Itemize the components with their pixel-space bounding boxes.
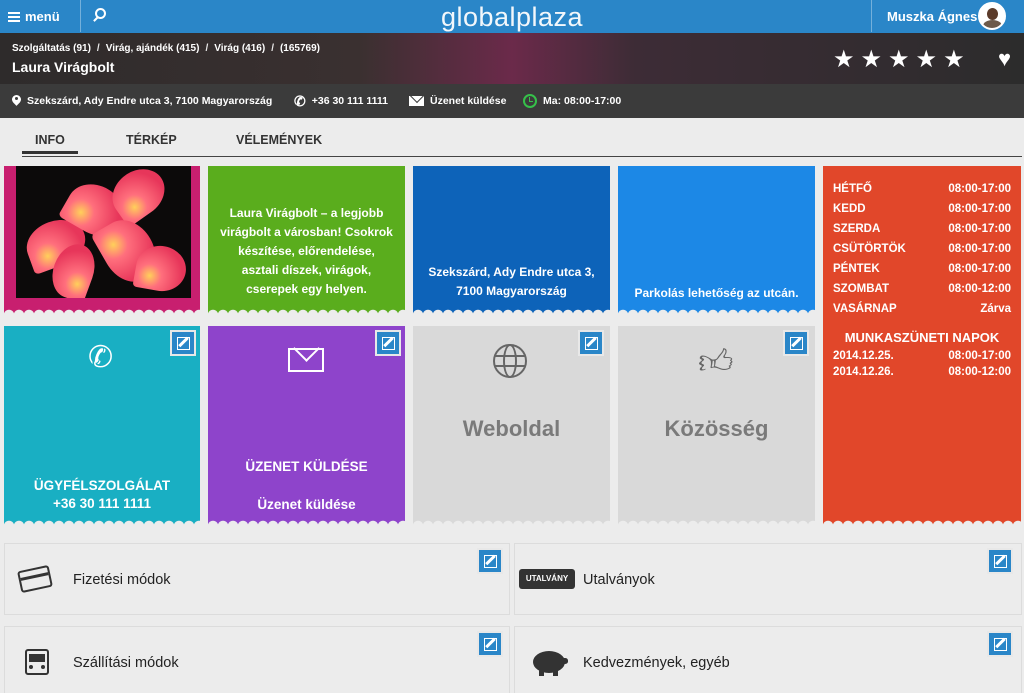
- customer-service-title: ÜGYFÉLSZOLGÁLAT: [33, 478, 171, 493]
- website-text: Weboldal: [462, 416, 561, 441]
- star-icon[interactable]: ★: [916, 48, 938, 72]
- hours-text: Ma: 08:00-17:00: [543, 95, 622, 107]
- avatar[interactable]: [978, 2, 1006, 30]
- tab-info[interactable]: INFO: [22, 133, 78, 154]
- business-name: Laura Virágbolt: [12, 59, 115, 75]
- discounts-label: Kedvezmények, egyéb: [583, 655, 730, 671]
- parking-tile[interactable]: Parkolás lehetőség az utcán.: [618, 166, 815, 314]
- payment-methods-box[interactable]: Fizetési módok: [4, 543, 510, 615]
- envelope-icon: [409, 96, 424, 106]
- tab-underline: [22, 156, 1022, 157]
- payment-methods-label: Fizetési módok: [73, 572, 171, 588]
- location-pin-icon: [12, 95, 21, 107]
- tab-reviews[interactable]: VÉLEMÉNYEK: [236, 133, 322, 147]
- voucher-icon: UTALVÁNY: [519, 569, 575, 589]
- edit-button[interactable]: [170, 330, 196, 356]
- holiday-title: MUNKASZÜNETI NAPOK: [844, 330, 1000, 345]
- edit-icon: [790, 337, 803, 350]
- hours-item: Ma: 08:00-17:00: [523, 84, 621, 118]
- star-icon[interactable]: ★: [943, 48, 965, 72]
- globe-icon: [493, 344, 527, 378]
- edit-icon: [382, 337, 395, 350]
- rating-stars[interactable]: ★ ★ ★ ★ ★: [833, 48, 965, 72]
- hours-row: HÉTFŐ 08:00-17:00: [833, 183, 1011, 195]
- edit-button[interactable]: [477, 548, 503, 574]
- address-text: Szekszárd, Ady Endre utca 3, 7100 Magyar…: [27, 95, 273, 107]
- envelope-icon: [288, 335, 324, 372]
- opening-hours-tile: HÉTFŐ 08:00-17:00 KEDD 08:00-17:00 SZERDA 0…: [823, 166, 1021, 525]
- holiday-row: 2014.12.26. 08:00-12:00: [833, 366, 1011, 378]
- hours-row: SZERDA 08:00-17:00: [833, 223, 1011, 235]
- user-name[interactable]: Muszka Ágnes: [887, 9, 977, 24]
- breadcrumb-item[interactable]: Szolgáltatás (91): [12, 43, 91, 54]
- heart-icon[interactable]: ♥: [998, 48, 1011, 70]
- edit-icon: [484, 555, 497, 568]
- edit-button[interactable]: [578, 330, 604, 356]
- hours-row: CSÜTÖRTÖK 08:00-17:00: [833, 243, 1011, 255]
- customer-service-tile[interactable]: ✆ ÜGYFÉLSZOLGÁLAT +36 30 111 1111: [4, 326, 200, 525]
- truck-icon: [25, 649, 49, 675]
- customer-service-phone: +36 30 111 1111: [52, 496, 151, 511]
- description-text: Laura Virágbolt – a legjobb virágbolt a …: [220, 206, 393, 296]
- send-message-tile[interactable]: ÜZENET KÜLDÉSE Üzenet küldése: [208, 326, 405, 525]
- clock-icon: [523, 94, 537, 108]
- parking-text: Parkolás lehetőség az utcán.: [634, 286, 799, 300]
- address-item[interactable]: Szekszárd, Ady Endre utca 3, 7100 Magyar…: [12, 84, 272, 118]
- edit-button[interactable]: [375, 330, 401, 356]
- address-tile[interactable]: Szekszárd, Ady Endre utca 3, 7100 Magyar…: [413, 166, 610, 314]
- hours-row: VASÁRNAP Zárva: [833, 303, 1011, 315]
- credit-card-icon: [17, 564, 53, 594]
- message-text: Üzenet küldése: [430, 95, 507, 107]
- phone-icon: ✆: [88, 341, 114, 374]
- vouchers-box[interactable]: UTALVÁNY Utalványok: [514, 543, 1022, 615]
- edit-icon: [585, 337, 598, 350]
- shipping-methods-label: Szállítási módok: [73, 655, 179, 671]
- edit-icon: [994, 555, 1007, 568]
- phone-icon: ✆: [294, 92, 306, 109]
- send-message-sub: Üzenet küldése: [257, 497, 356, 512]
- discounts-box[interactable]: Kedvezmények, egyéb: [514, 626, 1022, 693]
- community-text: Közösség: [664, 416, 769, 441]
- vouchers-label: Utalványok: [583, 572, 655, 588]
- divider: [871, 0, 872, 33]
- breadcrumb-item[interactable]: Virág (416): [214, 43, 265, 54]
- tab-map[interactable]: TÉRKÉP: [126, 133, 177, 147]
- edit-button[interactable]: [987, 631, 1013, 657]
- top-bar: menü globalplaza Muszka Ágnes: [0, 0, 1024, 38]
- edit-icon: [484, 638, 497, 651]
- edit-icon: [177, 337, 190, 350]
- breadcrumb: Szolgáltatás (91) / Virág, ajándék (415) /…: [12, 43, 320, 54]
- hours-row: PÉNTEK 08:00-17:00: [833, 263, 1011, 275]
- community-tile[interactable]: 👍︎ Közösség: [618, 326, 815, 525]
- phone-text: +36 30 111 1111: [311, 95, 388, 107]
- send-message-title: ÜZENET KÜLDÉSE: [245, 459, 368, 474]
- star-icon[interactable]: ★: [888, 48, 910, 72]
- message-item[interactable]: Üzenet küldése: [409, 84, 506, 118]
- flower-image: [16, 166, 191, 298]
- thumbs-up-icon: 👍︎: [698, 343, 734, 381]
- edit-button[interactable]: [783, 330, 809, 356]
- breadcrumb-item[interactable]: Virág, ajándék (415): [106, 43, 200, 54]
- tab-bar: INFO TÉRKÉP VÉLEMÉNYEK: [0, 118, 1024, 158]
- edit-button[interactable]: [477, 631, 503, 657]
- star-icon[interactable]: ★: [833, 48, 855, 72]
- address-tile-text: Szekszárd, Ady Endre utca 3, 7100 Magyar…: [428, 265, 595, 298]
- info-bar: Szekszárd, Ady Endre utca 3, 7100 Magyar…: [0, 84, 1024, 118]
- hours-row: KEDD 08:00-17:00: [833, 203, 1011, 215]
- edit-button[interactable]: [987, 548, 1013, 574]
- shipping-methods-box[interactable]: Szállítási módok: [4, 626, 510, 693]
- website-tile[interactable]: Weboldal: [413, 326, 610, 525]
- piggy-bank-icon: [533, 651, 568, 676]
- phone-item[interactable]: ✆ +36 30 111 1111: [294, 84, 388, 118]
- star-icon[interactable]: ★: [861, 48, 883, 72]
- holiday-row: 2014.12.25. 08:00-17:00: [833, 350, 1011, 362]
- edit-icon: [994, 638, 1007, 651]
- hours-row: SZOMBAT 08:00-12:00: [833, 283, 1011, 295]
- photo-tile[interactable]: [4, 166, 200, 314]
- description-tile[interactable]: Laura Virágbolt – a legjobb virágbolt a …: [208, 166, 405, 314]
- breadcrumb-item: (165769): [279, 43, 320, 54]
- hero-banner: Szolgáltatás (91) / Virág, ajándék (415) /…: [0, 33, 1024, 84]
